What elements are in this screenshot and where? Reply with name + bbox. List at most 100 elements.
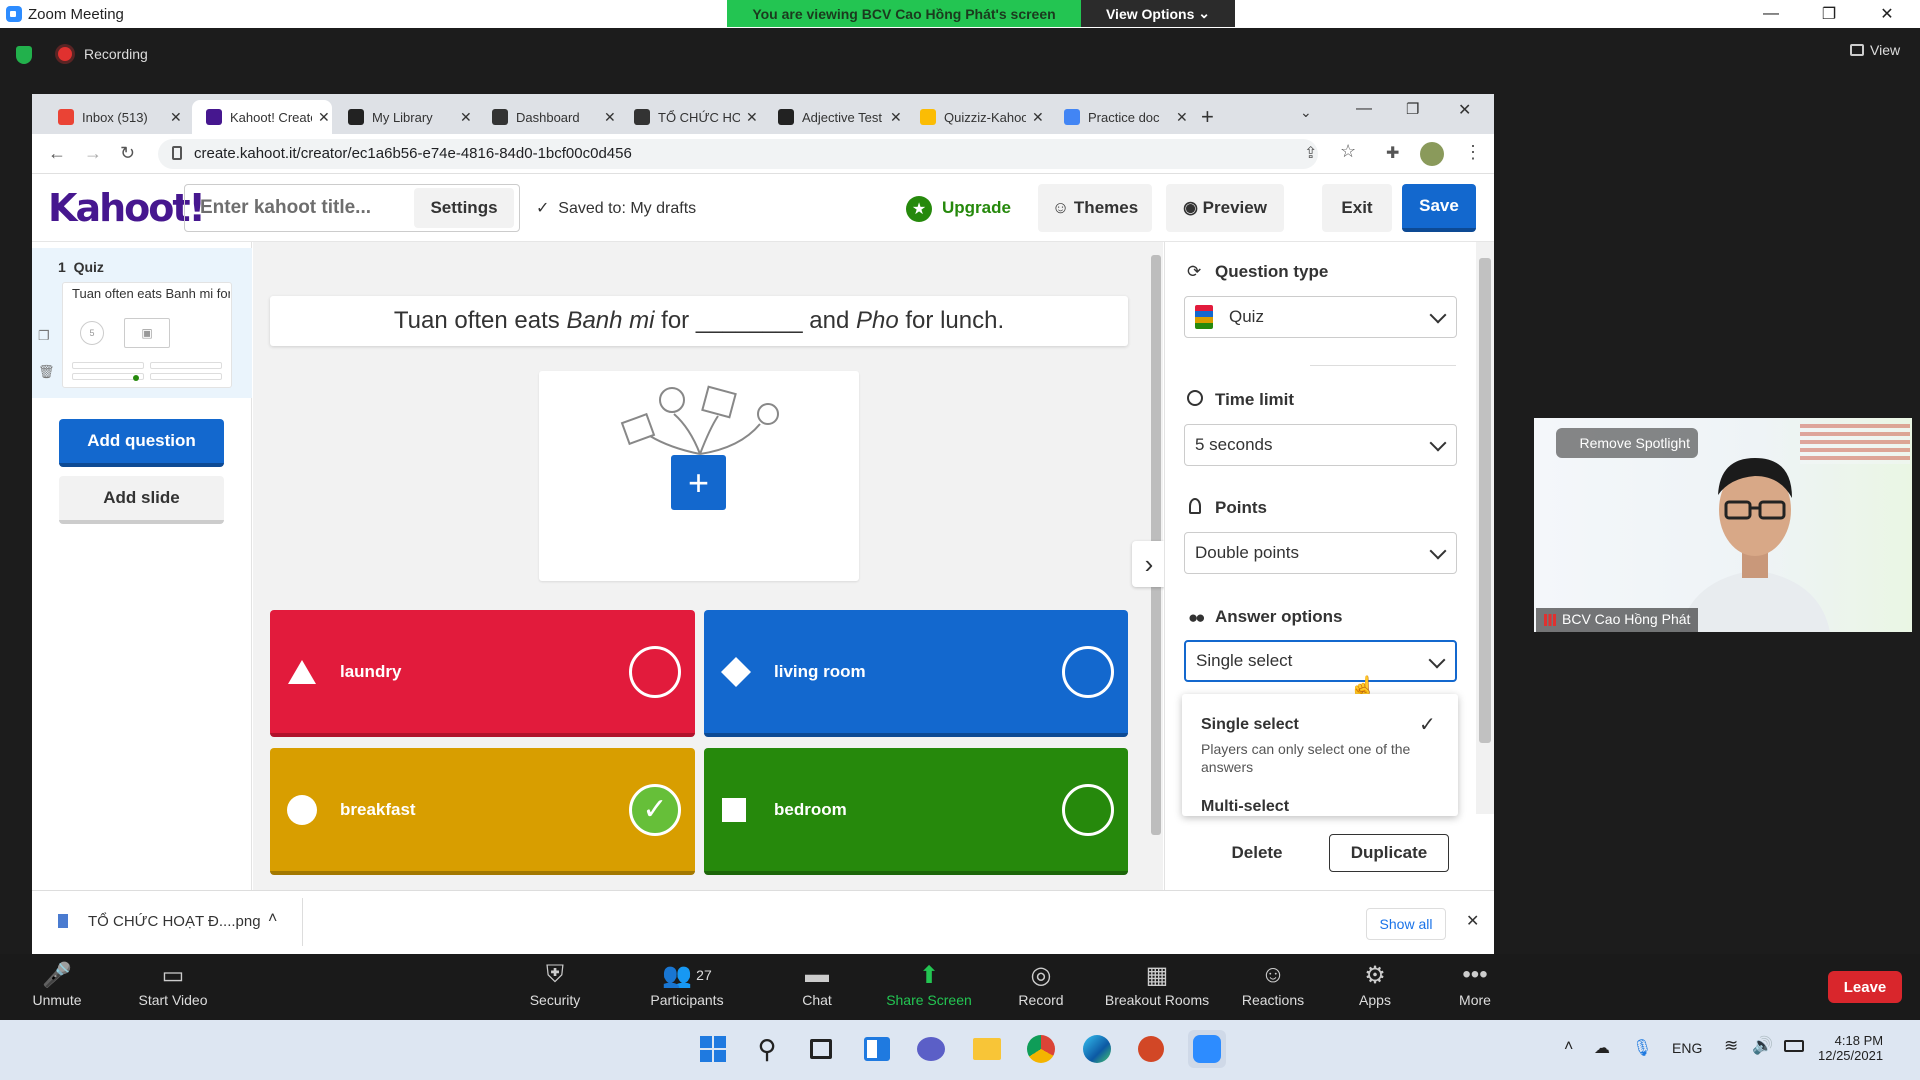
- toolbar-share-screen-button[interactable]: ⬆ Share Screen: [874, 958, 984, 1018]
- microphone-icon[interactable]: 🎙: [1632, 1038, 1652, 1058]
- close-tab-icon[interactable]: ✕: [1176, 109, 1188, 126]
- task-view-icon[interactable]: [802, 1030, 840, 1068]
- answer-option-3[interactable]: breakfast ✓: [270, 748, 695, 875]
- view-options-button[interactable]: View Options ⌄: [1081, 0, 1235, 27]
- toolbar-security-button[interactable]: ⛨ Security: [500, 958, 610, 1018]
- onedrive-icon[interactable]: ☁: [1594, 1038, 1610, 1058]
- share-icon[interactable]: ⇪: [1304, 143, 1317, 163]
- browser-close-icon[interactable]: ✕: [1458, 100, 1471, 120]
- new-tab-icon[interactable]: +: [1201, 104, 1214, 130]
- browser-menu-icon[interactable]: ⋮: [1464, 142, 1482, 163]
- close-download-bar-icon[interactable]: ✕: [1466, 911, 1479, 931]
- edge-icon[interactable]: [1078, 1030, 1116, 1068]
- duplicate-button[interactable]: Duplicate: [1329, 834, 1449, 872]
- recording-label[interactable]: Recording: [84, 46, 148, 62]
- close-icon[interactable]: ✕: [1858, 0, 1916, 28]
- toolbar-apps-button[interactable]: ⚙ Apps: [1320, 958, 1430, 1018]
- speaker-icon[interactable]: 🔊: [1752, 1036, 1773, 1056]
- settings-button[interactable]: Settings: [414, 188, 514, 228]
- browser-tab[interactable]: Inbox (513) ✕: [44, 100, 184, 134]
- browser-tab[interactable]: Quizziz-Kahoot ✕: [906, 100, 1046, 134]
- duplicate-slide-icon[interactable]: ❐: [38, 328, 50, 344]
- browser-tab[interactable]: Kahoot! Creator✕: [192, 100, 332, 134]
- search-icon[interactable]: ⚲: [748, 1030, 786, 1068]
- answer-option-2[interactable]: living room: [704, 610, 1128, 737]
- show-all-button[interactable]: Show all: [1366, 908, 1446, 940]
- add-media-button[interactable]: +: [671, 455, 726, 510]
- leave-button[interactable]: Leave: [1828, 971, 1902, 1003]
- browser-tab[interactable]: Practice doc ✕: [1050, 100, 1190, 134]
- toolbar-reactions-button[interactable]: ☺ Reactions: [1218, 958, 1328, 1018]
- url-text[interactable]: create.kahoot.it/creator/ec1a6b56-e74e-4…: [194, 145, 632, 162]
- widgets-icon[interactable]: [858, 1030, 896, 1068]
- dropdown-option-single-select[interactable]: Single select ✓ Players can only select …: [1182, 694, 1458, 782]
- toolbar-participants-button[interactable]: 👥 27 Participants: [632, 958, 742, 1018]
- upgrade-star-icon[interactable]: ★: [906, 196, 932, 222]
- battery-icon[interactable]: [1784, 1040, 1804, 1052]
- zoom-taskbar-icon[interactable]: [1188, 1030, 1226, 1068]
- toolbar-unmute-button[interactable]: 🎤 Unmute: [2, 958, 112, 1018]
- close-tab-icon[interactable]: ✕: [460, 109, 472, 126]
- teams-chat-icon[interactable]: [912, 1030, 950, 1068]
- chrome-icon[interactable]: [1022, 1030, 1060, 1068]
- powerpoint-icon[interactable]: [1132, 1030, 1170, 1068]
- panel-scroll-thumb[interactable]: [1479, 258, 1491, 743]
- correct-toggle[interactable]: [1062, 783, 1114, 836]
- toolbar-chat-button[interactable]: ▬ Chat: [762, 958, 872, 1018]
- chevron-up-icon[interactable]: ˄: [1564, 1038, 1573, 1056]
- answer-option-1[interactable]: laundry: [270, 610, 695, 737]
- browser-tab[interactable]: TỔ CHỨC HOẠT✕: [620, 100, 760, 134]
- file-explorer-icon[interactable]: [968, 1030, 1006, 1068]
- toolbar-record-button[interactable]: ◎ Record: [986, 958, 1096, 1018]
- chevron-right-icon[interactable]: ›: [1132, 541, 1166, 587]
- close-tab-icon[interactable]: ✕: [318, 109, 330, 126]
- remove-spotlight-button[interactable]: Remove Spotlight: [1556, 428, 1698, 458]
- themes-button[interactable]: ☺ Themes: [1038, 184, 1152, 232]
- view-button[interactable]: View: [1870, 42, 1900, 58]
- forward-icon[interactable]: →: [84, 143, 102, 164]
- kahoot-logo[interactable]: Kahoot!: [48, 186, 206, 230]
- close-tab-icon[interactable]: ✕: [1032, 109, 1044, 126]
- browser-tab[interactable]: Dashboard ✕: [478, 100, 618, 134]
- correct-toggle[interactable]: [1062, 645, 1114, 698]
- back-icon[interactable]: ←: [48, 143, 66, 164]
- question-type-select[interactable]: Quiz: [1184, 296, 1457, 338]
- close-tab-icon[interactable]: ✕: [170, 109, 182, 126]
- dropdown-option-multi-select[interactable]: Multi-select: [1201, 798, 1289, 816]
- add-question-button[interactable]: Add question: [59, 419, 224, 467]
- wifi-icon[interactable]: ≋: [1724, 1036, 1738, 1056]
- toolbar-start-video-button[interactable]: ▭ Start Video: [118, 958, 228, 1018]
- lock-icon[interactable]: [172, 146, 182, 160]
- shield-icon[interactable]: [16, 46, 32, 64]
- minimize-icon[interactable]: —: [1742, 0, 1800, 28]
- close-tab-icon[interactable]: ✕: [604, 109, 616, 126]
- exit-button[interactable]: Exit: [1322, 184, 1392, 232]
- delete-button[interactable]: Delete: [1210, 834, 1304, 872]
- correct-toggle[interactable]: [629, 645, 681, 698]
- close-tab-icon[interactable]: ✕: [746, 109, 758, 126]
- clock[interactable]: 4:18 PM 12/25/2021: [1818, 1033, 1883, 1063]
- delete-slide-icon[interactable]: 🗑: [38, 364, 55, 380]
- browser-tab[interactable]: Adjective Test ✕: [764, 100, 904, 134]
- browser-minimize-icon[interactable]: —: [1356, 100, 1372, 118]
- add-slide-button[interactable]: Add slide: [59, 476, 224, 524]
- close-tab-icon[interactable]: ✕: [890, 109, 902, 126]
- language-indicator[interactable]: ENG: [1672, 1040, 1702, 1056]
- preview-button[interactable]: ◉ Preview: [1166, 184, 1284, 232]
- answer-option-4[interactable]: bedroom: [704, 748, 1128, 875]
- browser-restore-icon[interactable]: ❐: [1406, 100, 1419, 118]
- correct-check-icon[interactable]: ✓: [629, 783, 681, 836]
- question-text[interactable]: Tuan often eats Banh mi for ________ and…: [270, 296, 1128, 346]
- browser-tab[interactable]: My Library ✕: [334, 100, 474, 134]
- time-limit-select[interactable]: 5 seconds: [1184, 424, 1457, 466]
- points-select[interactable]: Double points: [1184, 532, 1457, 574]
- download-file-name[interactable]: TỔ CHỨC HOẠT Đ....png: [88, 913, 261, 930]
- profile-avatar[interactable]: [1420, 142, 1444, 166]
- tab-search-icon[interactable]: ⌄: [1300, 104, 1312, 121]
- extensions-icon[interactable]: ✚: [1386, 143, 1399, 163]
- restore-icon[interactable]: ❐: [1800, 0, 1858, 28]
- upgrade-button[interactable]: Upgrade: [942, 198, 1011, 218]
- bookmark-star-icon[interactable]: ☆: [1340, 141, 1356, 162]
- toolbar-more-button[interactable]: ••• More: [1420, 958, 1530, 1018]
- chevron-up-icon[interactable]: ˄: [268, 910, 277, 928]
